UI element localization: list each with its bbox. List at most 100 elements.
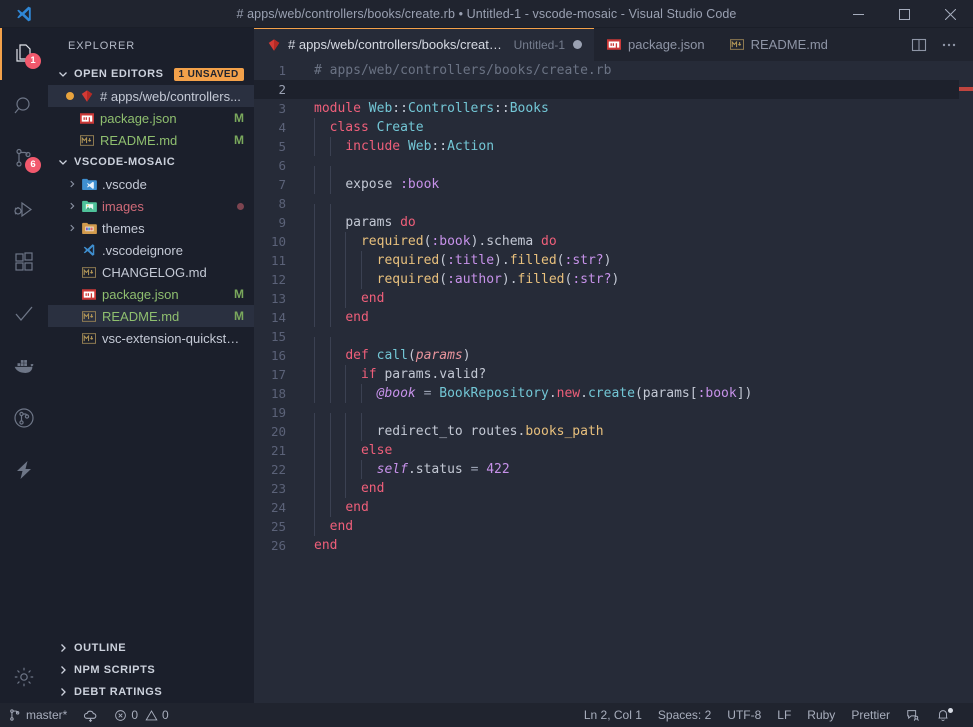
section-debt-ratings[interactable]: DEBT RATINGS	[48, 681, 254, 703]
activity-item-search[interactable]	[0, 80, 48, 132]
code-line[interactable]: 4 class Create	[254, 118, 973, 137]
code-line[interactable]: 8	[254, 194, 973, 223]
indent-guide	[329, 498, 331, 517]
code-token: end	[345, 310, 369, 325]
status-notifications[interactable]	[928, 703, 967, 727]
activity-item-testing[interactable]	[0, 288, 48, 340]
code-line[interactable]: 20 redirect_to routes.books_path	[254, 422, 973, 441]
status-branch-label: master*	[26, 708, 68, 722]
window-close-button[interactable]	[927, 0, 973, 28]
code-line[interactable]: 13 end	[254, 289, 973, 308]
code-editor[interactable]: 1 # apps/web/controllers/books/create.rb 2…	[254, 61, 973, 703]
window-maximize-button[interactable]	[881, 0, 927, 28]
tree-item-label: CHANGELOG.md	[102, 264, 207, 280]
tree-item-package-json[interactable]: package.json M	[48, 283, 254, 305]
code-line[interactable]: 6	[254, 156, 973, 185]
tab-dirty-indicator-icon[interactable]	[573, 40, 582, 49]
section-outline[interactable]: OUTLINE	[48, 637, 254, 659]
code-line[interactable]: 22 self.status = 422	[254, 460, 973, 479]
split-editor-icon[interactable]	[905, 28, 933, 61]
code-text: def call(params)	[302, 346, 471, 365]
tab-package-json[interactable]: package.json	[594, 28, 717, 61]
status-encoding[interactable]: UTF-8	[719, 703, 769, 727]
code-line[interactable]: 2	[254, 80, 973, 99]
tree-item-quickstart-md[interactable]: vsc-extension-quickstar...	[48, 327, 254, 349]
code-line[interactable]: 15	[254, 327, 973, 356]
tree-item-changelog-md[interactable]: CHANGELOG.md	[48, 261, 254, 283]
status-feedback[interactable]	[898, 703, 928, 727]
title-bar: # apps/web/controllers/books/create.rb •…	[0, 0, 973, 28]
code-text: end	[302, 536, 337, 555]
status-cursor-position[interactable]: Ln 2, Col 1	[576, 703, 650, 727]
section-open-editors[interactable]: OPEN EDITORS 1 UNSAVED	[48, 63, 254, 85]
tree-item-readme-md[interactable]: README.md M	[48, 305, 254, 327]
activity-item-source-control[interactable]: 6	[0, 132, 48, 184]
code-line[interactable]: 21 else	[254, 441, 973, 460]
code-line[interactable]: 3 module Web::Controllers::Books	[254, 99, 973, 118]
window-minimize-button[interactable]	[835, 0, 881, 28]
code-text: required(:book).schema do	[302, 232, 557, 251]
status-branch[interactable]: master*	[0, 703, 75, 727]
overview-ruler[interactable]	[959, 61, 973, 703]
status-language-mode[interactable]: Ruby	[799, 703, 843, 727]
code-line[interactable]: 12 required(:author).filled(:str?)	[254, 270, 973, 289]
code-line[interactable]: 18 @book = BookRepository.new.create(par…	[254, 384, 973, 403]
status-sync[interactable]	[75, 703, 106, 727]
tree-item-vscodeignore[interactable]: .vscodeignore	[48, 239, 254, 261]
code-token: Create	[376, 120, 424, 135]
indent-guide	[314, 213, 315, 232]
activity-item-thunder-client[interactable]	[0, 444, 48, 496]
ellipsis-icon[interactable]	[935, 28, 963, 61]
indent-guide	[314, 346, 315, 365]
code-token: end	[329, 519, 354, 534]
code-line[interactable]: 11 required(:title).filled(:str?)	[254, 251, 973, 270]
indent-guide	[345, 365, 347, 384]
status-indentation[interactable]: Spaces: 2	[650, 703, 719, 727]
line-number: 14	[270, 310, 286, 325]
status-formatter[interactable]: Prettier	[843, 703, 898, 727]
editor-tab-actions	[905, 28, 973, 61]
open-editor-create-rb[interactable]: # apps/web/controllers...	[48, 85, 254, 107]
code-line[interactable]: 24 end	[254, 498, 973, 517]
section-npm-scripts[interactable]: NPM SCRIPTS	[48, 659, 254, 681]
code-text: end	[302, 289, 384, 308]
code-line[interactable]: 26 end	[254, 536, 973, 555]
tree-item-images-folder[interactable]: images	[48, 195, 254, 217]
code-line[interactable]: 1 # apps/web/controllers/books/create.rb	[254, 61, 973, 80]
code-line[interactable]: 10 required(:book).schema do	[254, 232, 973, 251]
code-line[interactable]: 5 include Web::Action	[254, 137, 973, 156]
indent-guide	[345, 441, 347, 460]
open-editor-package-json[interactable]: package.json M	[48, 107, 254, 129]
status-problems[interactable]: 0 0	[106, 703, 176, 727]
tree-item-vscode-folder[interactable]: .vscode	[48, 173, 254, 195]
indent-guide	[314, 441, 315, 460]
code-line[interactable]: 14 end	[254, 308, 973, 327]
activity-item-extensions[interactable]	[0, 236, 48, 288]
indent-guide	[329, 460, 331, 479]
activity-item-manage[interactable]	[0, 651, 48, 703]
status-eol[interactable]: LF	[769, 703, 799, 727]
code-line[interactable]: 25 end	[254, 517, 973, 536]
line-number: 12	[270, 272, 286, 287]
code-line[interactable]: 23 end	[254, 479, 973, 498]
code-token: (params[	[634, 386, 698, 401]
tree-item-themes-folder[interactable]: themes	[48, 217, 254, 239]
section-workspace[interactable]: VSCODE-MOSAIC	[48, 151, 254, 173]
activity-item-explorer[interactable]: 1	[0, 28, 48, 80]
activity-item-docker[interactable]	[0, 340, 48, 392]
code-line[interactable]: 7 expose :book	[254, 175, 973, 194]
code-lines[interactable]: 1 # apps/web/controllers/books/create.rb 2…	[254, 61, 973, 555]
activity-item-run-and-debug[interactable]	[0, 184, 48, 236]
line-number: 22	[270, 462, 286, 477]
open-editor-readme-md[interactable]: README.md M	[48, 129, 254, 151]
tab-create-rb[interactable]: # apps/web/controllers/books/create.rb U…	[254, 28, 594, 61]
code-line[interactable]: 17 if params.valid?	[254, 365, 973, 384]
code-token: end	[360, 481, 385, 496]
activity-item-git-graph[interactable]	[0, 392, 48, 444]
tab-readme-md[interactable]: README.md	[717, 28, 840, 61]
code-line[interactable]: 16 def call(params)	[254, 346, 973, 365]
code-line[interactable]: 19	[254, 403, 973, 432]
modified-mark: M	[234, 111, 244, 125]
code-line[interactable]: 9 params do	[254, 213, 973, 232]
